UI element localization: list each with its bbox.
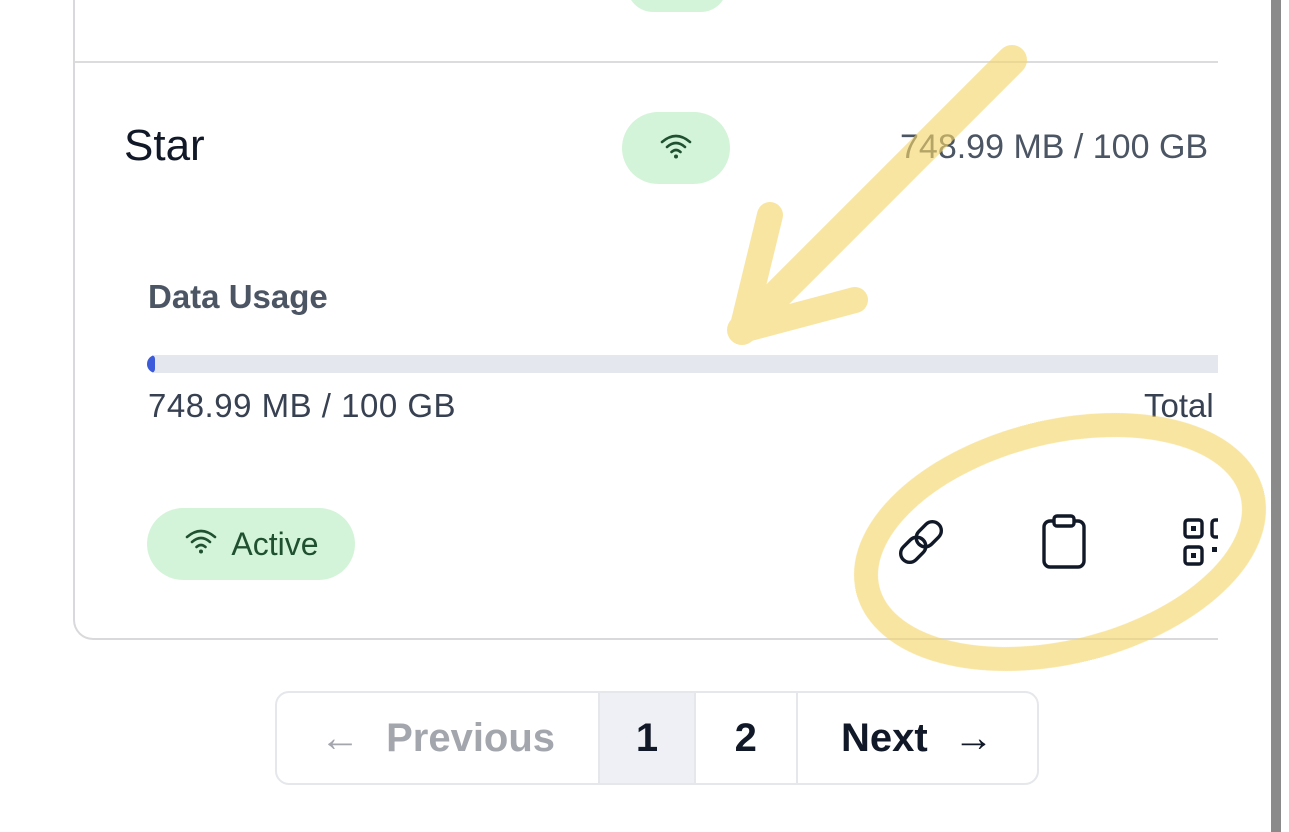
scrollbar[interactable] [1271, 0, 1281, 832]
status-badge: Active [147, 508, 355, 580]
qr-code-button[interactable] [1183, 514, 1218, 574]
next-page-button[interactable]: Next → [795, 693, 1037, 783]
previous-page-button[interactable]: ← Previous [277, 693, 598, 783]
row-divider [75, 61, 1218, 63]
wifi-icon [658, 132, 694, 165]
arrow-left-icon: ← [320, 715, 361, 760]
data-usage-progress-bar [147, 355, 1218, 373]
pagination: ← Previous 1 2 Next → [275, 691, 1039, 785]
link-icon [892, 513, 950, 576]
status-label: Active [231, 525, 319, 562]
qr-code-icon [1181, 516, 1218, 573]
page-2-button[interactable]: 2 [693, 693, 796, 783]
next-label: Next [840, 715, 928, 760]
copy-link-button[interactable] [891, 514, 951, 574]
usage-summary: 748.99 MB / 100 GB [900, 128, 1209, 166]
data-usage-used: 748.99 MB / 100 GB [148, 387, 457, 424]
device-name: Star [124, 121, 205, 170]
wifi-icon [183, 526, 219, 563]
page-1-button[interactable]: 1 [598, 693, 694, 783]
clipboard-icon [1039, 513, 1089, 576]
arrow-right-icon: → [953, 715, 994, 760]
data-usage-total: Total [1144, 387, 1214, 424]
copy-to-clipboard-button[interactable] [1034, 513, 1094, 576]
data-usage-title: Data Usage [148, 278, 328, 315]
signal-badge [622, 112, 730, 184]
previous-label: Previous [386, 715, 556, 760]
